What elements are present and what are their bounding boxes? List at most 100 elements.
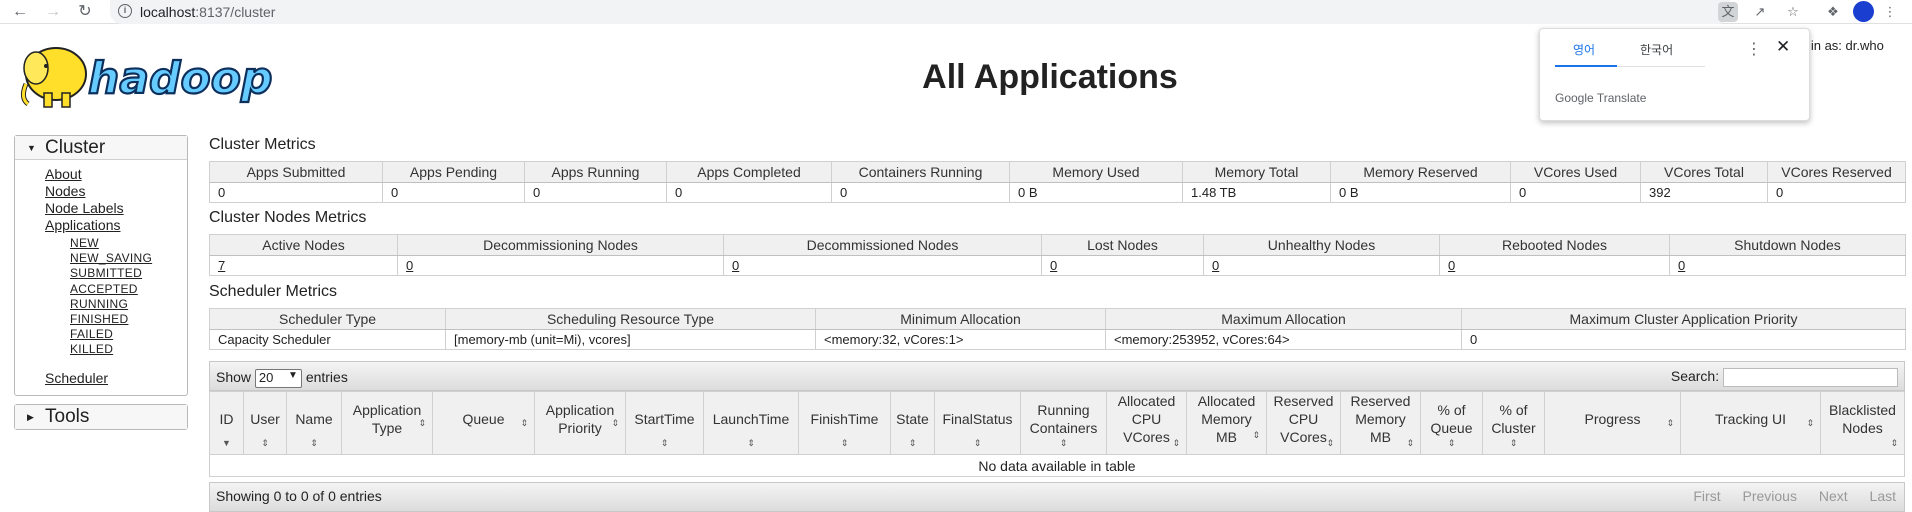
active-nodes-link[interactable]: 7 — [218, 258, 225, 273]
nodes-metrics-table: Active Nodes Decommissioning Nodes Decom… — [209, 234, 1906, 276]
page-length-select[interactable]: 20 ▼ — [254, 369, 302, 388]
share-icon[interactable]: ↗ — [1750, 2, 1770, 22]
col-apps-pending: Apps Pending — [382, 161, 525, 183]
sort-desc-icon: ▼ — [222, 438, 231, 448]
nodes-value: 0 — [397, 255, 724, 276]
address-bar[interactable]: i localhost:8137/cluster — [110, 0, 1730, 24]
metric-value: 1.48 TB — [1182, 182, 1331, 203]
sort-icon: ⇕ — [310, 438, 318, 448]
translate-tab-target[interactable]: 한국어 — [1640, 41, 1673, 58]
scheduler-value: <memory:253952, vCores:64> — [1105, 329, 1462, 350]
sidebar-link-nodes[interactable]: Nodes — [45, 183, 187, 200]
col-blacklisted-nodes[interactable]: Blacklisted Nodes ⇕ — [1820, 391, 1905, 455]
extensions-icon[interactable]: ❖ — [1823, 2, 1843, 22]
col-launch-time[interactable]: LaunchTime ⇕ — [703, 391, 799, 455]
tools-label: Tools — [45, 405, 90, 427]
decommissioned-nodes-link[interactable]: 0 — [732, 258, 739, 273]
cluster-label: Cluster — [45, 137, 106, 158]
browser-toolbar: ← → ↻ i localhost:8137/cluster 文 ↗ ☆ ❖ ⋮ — [0, 0, 1912, 24]
state-link-failed[interactable]: FAILED — [70, 327, 187, 342]
browser-menu-icon[interactable]: ⋮ — [1880, 2, 1900, 22]
state-link-new-saving[interactable]: NEW_SAVING — [70, 251, 187, 266]
col-allocated-cpu-vcores[interactable]: Allocated CPU VCores ⇕ — [1106, 391, 1187, 455]
state-link-killed[interactable]: KILLED — [70, 342, 187, 357]
scheduler-metrics-table: Scheduler Type Scheduling Resource Type … — [209, 308, 1906, 350]
tools-panel-header[interactable]: ▶ Tools — [15, 404, 187, 429]
scheduler-metrics-title: Scheduler Metrics — [209, 283, 338, 300]
close-icon[interactable]: ✕ — [1776, 37, 1790, 57]
cluster-panel-header[interactable]: ▼ Cluster — [15, 136, 187, 160]
app-state-list: NEW NEW_SAVING SUBMITTED ACCEPTED RUNNIN… — [45, 236, 187, 358]
sidebar-link-applications[interactable]: Applications — [45, 217, 187, 234]
forward-icon[interactable]: → — [42, 0, 64, 24]
col-start-time[interactable]: StartTime ⇕ — [625, 391, 704, 455]
col-finish-time[interactable]: FinishTime ⇕ — [798, 391, 891, 455]
sort-icon: ⇕ — [1447, 438, 1456, 448]
nodes-metrics-title: Cluster Nodes Metrics — [209, 209, 367, 226]
col-final-status[interactable]: FinalStatus ⇕ — [934, 391, 1021, 455]
chevron-down-icon: ▼ — [288, 370, 298, 381]
col-percent-of-cluster[interactable]: % of Cluster ⇕ — [1482, 391, 1545, 455]
col-running-containers[interactable]: Running Containers ⇕ — [1020, 391, 1107, 455]
unhealthy-nodes-link[interactable]: 0 — [1212, 258, 1219, 273]
rebooted-nodes-link[interactable]: 0 — [1448, 258, 1455, 273]
col-id[interactable]: ID ▼ — [209, 391, 244, 455]
state-link-running[interactable]: RUNNING — [70, 297, 187, 312]
sidebar-link-node-labels[interactable]: Node Labels — [45, 200, 187, 217]
translate-tab-source[interactable]: 영어 — [1573, 41, 1595, 58]
active-tab-indicator — [1555, 65, 1617, 67]
reload-icon[interactable]: ↻ — [74, 0, 96, 24]
pager-next[interactable]: Next — [1819, 488, 1848, 504]
cluster-panel: ▼ Cluster About Nodes Node Labels Applic… — [14, 135, 188, 396]
sidebar-link-scheduler[interactable]: Scheduler — [45, 370, 187, 387]
apps-table-toolbar: Show 20 ▼ entries Search: — [209, 361, 1905, 391]
col-queue[interactable]: Queue ⇕ — [432, 391, 535, 455]
col-rebooted-nodes: Rebooted Nodes — [1439, 234, 1670, 256]
state-link-accepted[interactable]: ACCEPTED — [70, 282, 187, 297]
pagination: First Previous Next Last — [1675, 488, 1896, 504]
translate-icon[interactable]: 文 — [1718, 2, 1738, 22]
page-title: All Applications — [922, 58, 1178, 96]
pager-last[interactable]: Last — [1870, 488, 1896, 504]
col-apps-running: Apps Running — [524, 161, 667, 183]
profile-avatar[interactable] — [1853, 1, 1874, 22]
bookmark-star-icon[interactable]: ☆ — [1783, 2, 1803, 22]
shutdown-nodes-link[interactable]: 0 — [1678, 258, 1685, 273]
col-percent-of-queue[interactable]: % of Queue ⇕ — [1420, 391, 1483, 455]
translate-options-icon[interactable]: ⋮ — [1746, 39, 1762, 59]
col-allocated-memory-mb[interactable]: Allocated Memory MB ⇕ — [1186, 391, 1267, 455]
col-application-type[interactable]: Application Type ⇕ — [341, 391, 433, 455]
pager-first[interactable]: First — [1693, 488, 1720, 504]
scheduler-value: Capacity Scheduler — [209, 329, 446, 350]
nodes-value: 0 — [1439, 255, 1670, 276]
col-reserved-memory-mb[interactable]: Reserved Memory MB ⇕ — [1340, 391, 1421, 455]
nodes-value: 0 — [1203, 255, 1440, 276]
site-info-icon[interactable]: i — [118, 4, 132, 18]
col-name[interactable]: Name ⇕ — [286, 391, 342, 455]
state-link-submitted[interactable]: SUBMITTED — [70, 266, 187, 281]
sidebar: ▼ Cluster About Nodes Node Labels Applic… — [14, 135, 188, 430]
col-tracking-ui[interactable]: Tracking UI ⇕ — [1680, 391, 1821, 455]
hadoop-logo[interactable]: hadoop — [16, 38, 316, 114]
decommissioning-nodes-link[interactable]: 0 — [406, 258, 413, 273]
metric-value: 0 — [1510, 182, 1641, 203]
state-link-new[interactable]: NEW — [70, 236, 187, 251]
search-input[interactable] — [1723, 368, 1898, 387]
col-memory-total: Memory Total — [1182, 161, 1331, 183]
sidebar-link-about[interactable]: About — [45, 166, 187, 183]
state-link-finished[interactable]: FINISHED — [70, 312, 187, 327]
sort-icon: ⇕ — [1326, 438, 1334, 448]
col-maximum-allocation: Maximum Allocation — [1105, 308, 1462, 330]
col-reserved-cpu-vcores[interactable]: Reserved CPU VCores ⇕ — [1266, 391, 1341, 455]
col-state[interactable]: State ⇕ — [890, 391, 935, 455]
col-scheduling-resource-type: Scheduling Resource Type — [445, 308, 816, 330]
col-application-priority[interactable]: Application Priority ⇕ — [534, 391, 626, 455]
scheduler-value: 0 — [1461, 329, 1906, 350]
lost-nodes-link[interactable]: 0 — [1050, 258, 1057, 273]
pager-previous[interactable]: Previous — [1742, 488, 1796, 504]
col-progress[interactable]: Progress ⇕ — [1544, 391, 1681, 455]
col-containers-running: Containers Running — [831, 161, 1010, 183]
col-user[interactable]: User ⇕ — [243, 391, 287, 455]
back-icon[interactable]: ← — [9, 0, 31, 24]
col-lost-nodes: Lost Nodes — [1041, 234, 1204, 256]
